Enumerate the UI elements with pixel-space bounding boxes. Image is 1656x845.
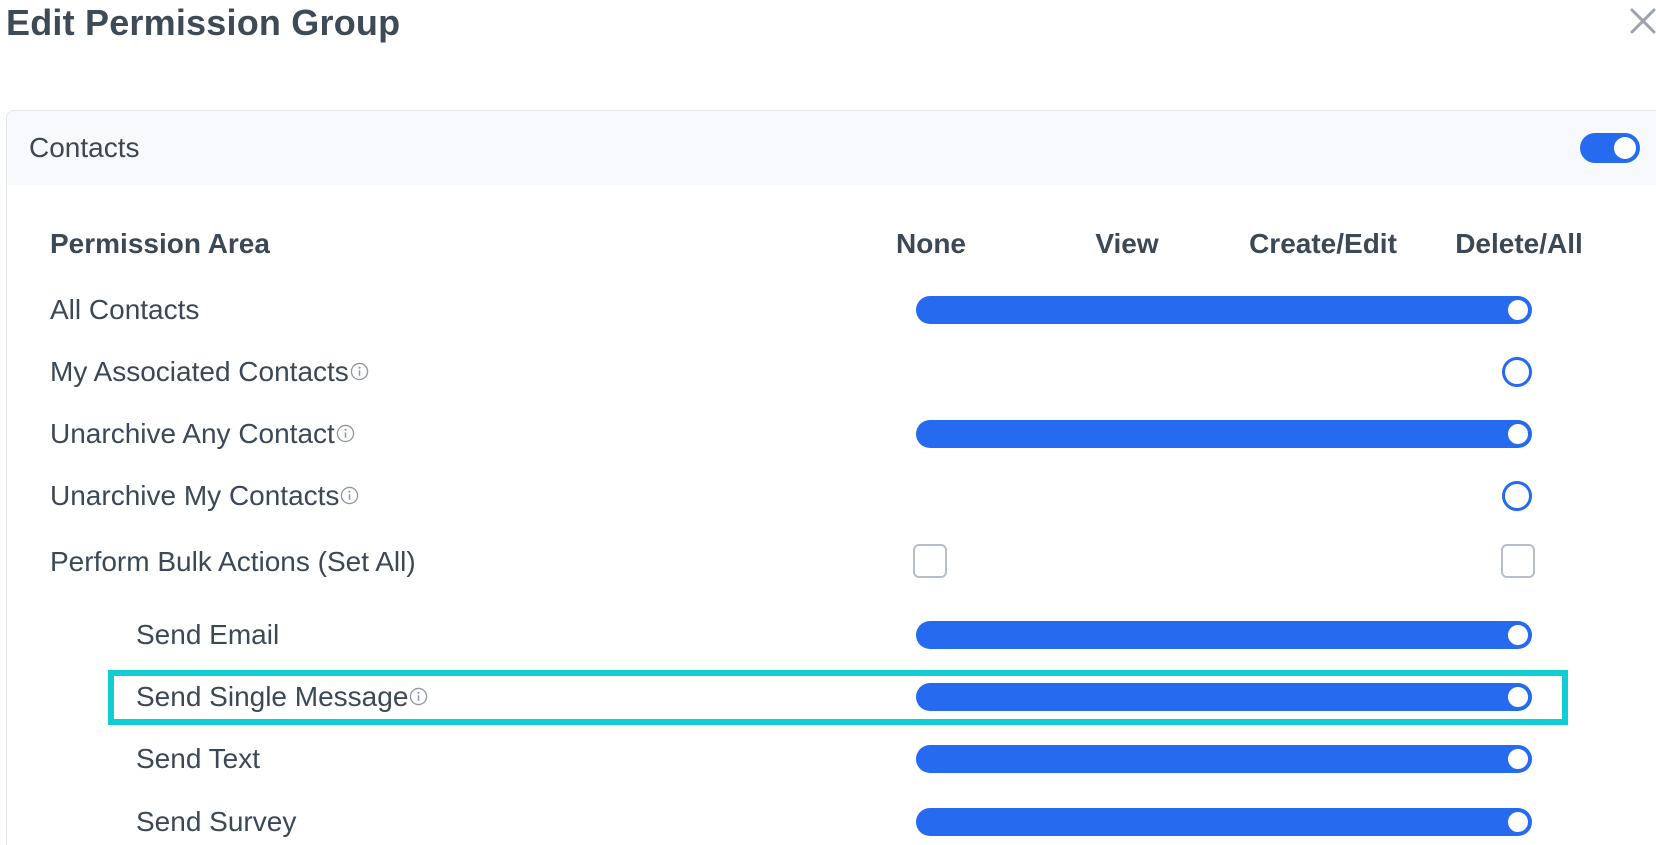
column-header-delete-all: Delete/All [1455, 228, 1583, 259]
row-label: All Contacts [50, 294, 200, 325]
column-header-view: View [1095, 228, 1159, 259]
toggle-knob [1614, 137, 1636, 159]
slider-thumb[interactable] [1505, 297, 1531, 323]
permission-slider[interactable] [916, 296, 1532, 324]
permission-slider[interactable] [916, 808, 1532, 836]
info-icon[interactable] [409, 687, 428, 706]
section-title: Contacts [29, 132, 140, 163]
slider-thumb[interactable] [1505, 809, 1531, 835]
row-label: Send Email [136, 619, 280, 650]
permission-row: Unarchive Any Contact [0, 404, 1656, 464]
column-header-create-edit: Create/Edit [1249, 228, 1397, 259]
permission-row: Perform Bulk Actions (Set All) [0, 532, 1656, 592]
permission-slider[interactable] [916, 420, 1532, 448]
row-label-wrap: Unarchive My Contacts [50, 466, 359, 526]
row-label: Send Single Message [136, 681, 409, 712]
permission-slider[interactable] [916, 683, 1532, 711]
row-label: Unarchive My Contacts [50, 480, 340, 511]
row-label: Send Text [136, 743, 261, 774]
contacts-enable-toggle[interactable] [1580, 133, 1640, 163]
info-icon[interactable] [336, 424, 355, 443]
slider-thumb[interactable] [1505, 421, 1531, 447]
bulk-delete-all-checkbox[interactable] [1501, 544, 1535, 578]
permission-row: My Associated Contacts [0, 342, 1656, 402]
panel-header: Contacts [7, 111, 1656, 185]
column-header-none: None [896, 228, 966, 259]
permission-slider[interactable] [916, 745, 1532, 773]
slider-thumb[interactable] [1505, 622, 1531, 648]
dialog-title: Edit Permission Group [6, 2, 401, 43]
info-icon[interactable] [340, 486, 359, 505]
permission-slider[interactable] [916, 357, 1532, 387]
info-icon[interactable] [350, 362, 369, 381]
permission-slider[interactable] [916, 621, 1532, 649]
permission-area-header: Permission Area [50, 228, 270, 259]
row-label-wrap: Unarchive Any Contact [50, 404, 355, 464]
permission-row: Send Single Message [0, 667, 1656, 727]
slider-thumb[interactable] [1505, 746, 1531, 772]
row-label: Send Survey [136, 806, 297, 837]
permission-slider[interactable] [916, 481, 1532, 511]
row-label: Perform Bulk Actions (Set All) [50, 546, 416, 577]
permission-row: Send Email [0, 605, 1656, 665]
row-label-wrap: My Associated Contacts [50, 342, 369, 402]
slider-thumb[interactable] [1505, 684, 1531, 710]
slider-thumb[interactable] [1502, 481, 1532, 511]
close-icon[interactable] [1628, 6, 1656, 36]
slider-thumb[interactable] [1502, 357, 1532, 387]
permission-row: All Contacts [0, 280, 1656, 340]
permission-row: Send Survey [0, 792, 1656, 845]
row-label-wrap: Send Single Message [136, 667, 428, 727]
edit-permission-group-dialog: Edit Permission Group Contacts Permissio… [0, 0, 1656, 845]
permission-row: Send Text [0, 729, 1656, 789]
permission-row: Unarchive My Contacts [0, 466, 1656, 526]
row-label: Unarchive Any Contact [50, 418, 335, 449]
row-label: My Associated Contacts [50, 356, 349, 387]
bulk-none-checkbox[interactable] [913, 544, 947, 578]
